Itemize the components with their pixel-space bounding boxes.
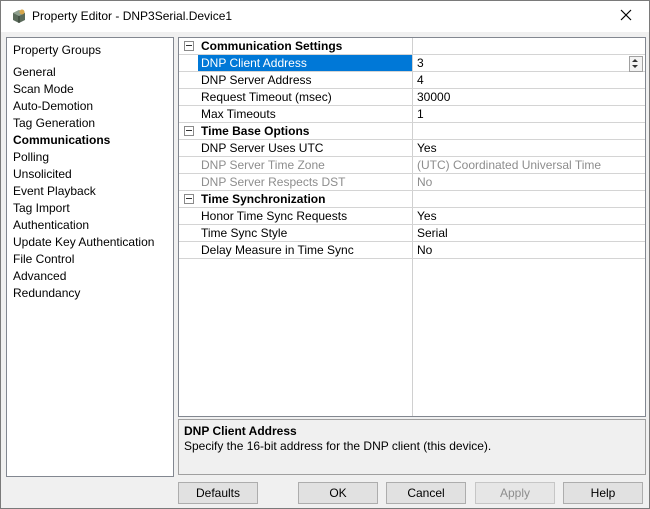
property-row-dnp-client-address[interactable]: DNP Client Address 3 (179, 55, 645, 72)
property-name: DNP Server Uses UTC (201, 141, 324, 155)
property-name: DNP Server Address (201, 73, 312, 87)
group-item-authentication[interactable]: Authentication (13, 217, 154, 234)
property-groups-panel: Property Groups General Scan Mode Auto-D… (6, 37, 174, 477)
property-value[interactable]: No (413, 242, 645, 258)
group-item-event-playback[interactable]: Event Playback (13, 183, 154, 200)
window-title: Property Editor - DNP3Serial.Device1 (32, 9, 233, 23)
group-item-polling[interactable]: Polling (13, 149, 154, 166)
value-spinner[interactable] (629, 56, 643, 72)
category-time-base-options[interactable]: Time Base Options (179, 123, 645, 140)
property-name: DNP Server Time Zone (201, 158, 325, 172)
property-groups-header: Property Groups (13, 43, 102, 57)
property-row-honor-time-sync-requests[interactable]: Honor Time Sync Requests Yes (179, 208, 645, 225)
property-value[interactable]: Serial (413, 225, 645, 241)
group-item-unsolicited[interactable]: Unsolicited (13, 166, 154, 183)
property-name: Request Timeout (msec) (201, 90, 332, 104)
property-description-panel: DNP Client Address Specify the 16-bit ad… (178, 419, 646, 475)
property-grid: Communication Settings DNP Client Addres… (178, 37, 646, 417)
property-value: (UTC) Coordinated Universal Time (417, 158, 602, 172)
group-item-scan-mode[interactable]: Scan Mode (13, 81, 154, 98)
property-value-input[interactable]: 3 (413, 55, 645, 71)
category-time-synchronization[interactable]: Time Synchronization (179, 191, 645, 208)
ok-button[interactable]: OK (298, 482, 378, 504)
collapse-icon[interactable] (184, 194, 194, 204)
cancel-button[interactable]: Cancel (386, 482, 466, 504)
apply-button[interactable]: Apply (475, 482, 555, 504)
property-row-dnp-server-respects-dst: DNP Server Respects DST No (179, 174, 645, 191)
spin-down-icon[interactable] (632, 65, 638, 68)
collapse-icon[interactable] (184, 41, 194, 51)
property-row-time-sync-style[interactable]: Time Sync Style Serial (179, 225, 645, 242)
defaults-button[interactable]: Defaults (178, 482, 258, 504)
group-item-general[interactable]: General (13, 64, 154, 81)
property-row-dnp-server-uses-utc[interactable]: DNP Server Uses UTC Yes (179, 140, 645, 157)
property-name: DNP Client Address (198, 55, 412, 71)
property-value[interactable]: Yes (413, 208, 645, 224)
category-label: Time Base Options (201, 124, 310, 138)
property-value[interactable]: 30000 (413, 89, 645, 105)
property-name: Max Timeouts (201, 107, 276, 121)
group-item-advanced[interactable]: Advanced (13, 268, 154, 285)
property-row-dnp-server-address[interactable]: DNP Server Address 4 (179, 72, 645, 89)
property-name: Honor Time Sync Requests (201, 209, 348, 223)
property-value[interactable]: Yes (413, 140, 645, 156)
group-item-redundancy[interactable]: Redundancy (13, 285, 154, 302)
property-name: Delay Measure in Time Sync (201, 243, 354, 257)
spin-up-icon[interactable] (632, 59, 638, 62)
property-value: No (417, 175, 433, 189)
category-label: Time Synchronization (201, 192, 326, 206)
close-icon (620, 9, 632, 24)
property-row-delay-measure-in-time-sync[interactable]: Delay Measure in Time Sync No (179, 242, 645, 259)
group-item-communications[interactable]: Communications (13, 132, 154, 149)
collapse-icon[interactable] (184, 126, 194, 136)
property-value[interactable]: 1 (413, 106, 645, 122)
property-groups-list: General Scan Mode Auto-Demotion Tag Gene… (13, 64, 154, 302)
property-editor-window: Property Editor - DNP3Serial.Device1 Pro… (0, 0, 650, 509)
property-row-dnp-server-time-zone: DNP Server Time Zone (UTC) Coordinated U… (179, 157, 645, 174)
group-item-auto-demotion[interactable]: Auto-Demotion (13, 98, 154, 115)
property-name: Time Sync Style (201, 226, 288, 240)
close-button[interactable] (603, 1, 649, 32)
title-bar[interactable]: Property Editor - DNP3Serial.Device1 (1, 1, 649, 32)
help-button[interactable]: Help (563, 482, 643, 504)
category-label: Communication Settings (201, 39, 343, 53)
group-item-file-control[interactable]: File Control (13, 251, 154, 268)
property-name: DNP Server Respects DST (201, 175, 346, 189)
group-item-tag-import[interactable]: Tag Import (13, 200, 154, 217)
description-title: DNP Client Address (184, 424, 297, 438)
property-editor-icon (11, 8, 27, 24)
property-row-max-timeouts[interactable]: Max Timeouts 1 (179, 106, 645, 123)
group-item-tag-generation[interactable]: Tag Generation (13, 115, 154, 132)
group-item-update-key-authentication[interactable]: Update Key Authentication (13, 234, 154, 251)
property-value[interactable]: 4 (413, 72, 645, 88)
category-communication-settings[interactable]: Communication Settings (179, 38, 645, 55)
property-row-request-timeout[interactable]: Request Timeout (msec) 30000 (179, 89, 645, 106)
description-text: Specify the 16-bit address for the DNP c… (184, 439, 492, 453)
